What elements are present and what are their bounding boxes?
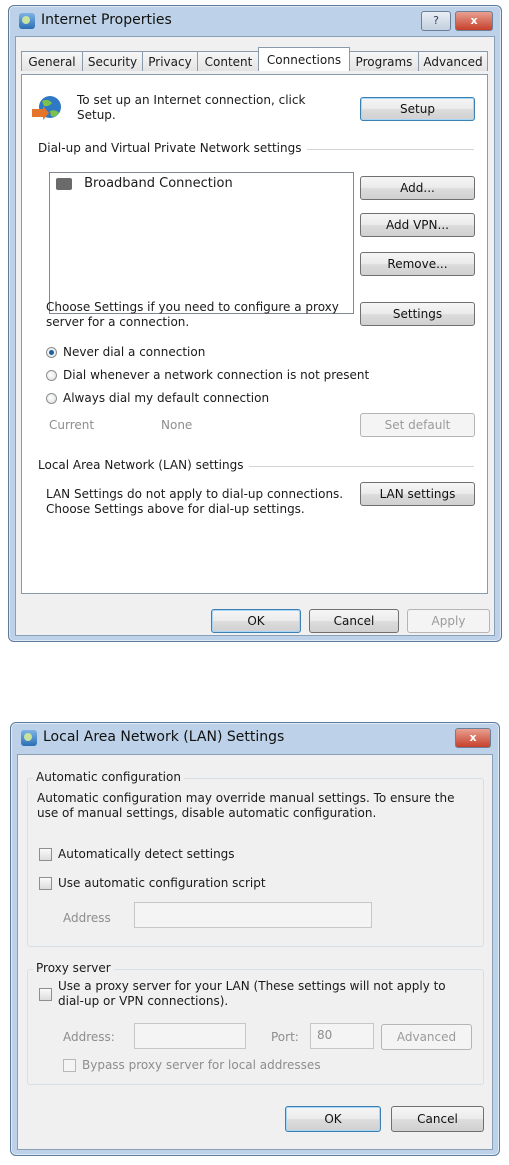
auto-detect-label: Automatically detect settings — [58, 847, 235, 861]
remove-button[interactable]: Remove... — [360, 252, 475, 276]
radio-label: Always dial my default connection — [63, 391, 270, 405]
set-default-button[interactable]: Set default — [360, 413, 475, 437]
bypass-label: Bypass proxy server for local addresses — [82, 1058, 321, 1072]
proxy-server-label: Proxy server — [33, 961, 114, 975]
add-button[interactable]: Add... — [360, 176, 475, 200]
proxy-text-line1: Choose Settings if you need to configure… — [46, 300, 339, 314]
title-bar[interactable]: Local Area Network (LAN) Settings x — [11, 723, 499, 753]
close-button[interactable]: x — [455, 11, 493, 31]
radio-dial-whenever[interactable] — [46, 370, 57, 381]
description-line2: use of manual settings, disable automati… — [37, 806, 377, 820]
description-line1: Automatic configuration may override man… — [37, 791, 455, 805]
lan-text-line2: Choose Settings above for dial-up settin… — [46, 502, 305, 516]
tab-general[interactable]: General — [21, 51, 83, 71]
proxy-address-label: Address: — [63, 1030, 115, 1044]
connections-list[interactable]: Broadband Connection — [49, 172, 354, 314]
proxy-text: Choose Settings if you need to configure… — [46, 300, 339, 330]
advanced-button[interactable]: Advanced — [381, 1024, 472, 1050]
automatic-configuration-description: Automatic configuration may override man… — [37, 791, 454, 821]
current-value: None — [161, 418, 193, 432]
radio-label: Dial whenever a network connection is no… — [63, 368, 370, 382]
lan-text-line1: LAN Settings do not apply to dial-up con… — [46, 487, 344, 501]
auto-script-label: Use automatic configuration script — [58, 876, 266, 890]
title-bar[interactable]: Internet Properties ? x — [9, 6, 501, 36]
broadband-connection-icon — [56, 178, 72, 190]
tab-strip: General Security Privacy Content Connect… — [21, 47, 491, 75]
network-setup-icon — [32, 96, 61, 120]
window-title: Local Area Network (LAN) Settings — [43, 729, 285, 745]
script-address-input[interactable] — [134, 902, 372, 928]
connections-panel: To set up an Internet connection, click … — [21, 74, 488, 594]
setup-button[interactable]: Setup — [360, 97, 475, 121]
radio-label: Never dial a connection — [63, 345, 206, 359]
lan-settings-window: Local Area Network (LAN) Settings x Auto… — [10, 722, 500, 1156]
proxy-address-input[interactable] — [134, 1023, 246, 1049]
proxy-text-line2: server for a connection. — [46, 315, 190, 329]
tab-connections[interactable]: Connections — [258, 47, 350, 71]
lan-section-label: Local Area Network (LAN) settings — [38, 458, 250, 472]
radio-never-dial[interactable] — [46, 347, 57, 358]
tab-security[interactable]: Security — [82, 51, 143, 71]
automatic-configuration-label: Automatic configuration — [33, 770, 184, 784]
cancel-button[interactable]: Cancel — [309, 609, 399, 633]
window-title: Internet Properties — [41, 12, 172, 28]
use-proxy-line2: dial-up or VPN connections). — [58, 994, 229, 1008]
auto-detect-checkbox[interactable] — [39, 848, 52, 861]
ok-button[interactable]: OK — [285, 1106, 381, 1132]
dialog-body: General Security Privacy Content Connect… — [15, 36, 495, 636]
internet-properties-window: Internet Properties ? x General Security… — [8, 5, 502, 642]
port-input[interactable]: 80 — [310, 1023, 374, 1049]
ok-button[interactable]: OK — [211, 609, 301, 633]
help-button[interactable]: ? — [421, 11, 451, 31]
radio-always-dial[interactable] — [46, 393, 57, 404]
use-proxy-checkbox[interactable] — [39, 988, 52, 1001]
list-item[interactable]: Broadband Connection — [56, 175, 233, 193]
lan-text: LAN Settings do not apply to dial-up con… — [46, 487, 343, 517]
add-vpn-button[interactable]: Add VPN... — [360, 213, 475, 237]
port-label: Port: — [271, 1030, 299, 1044]
cancel-button[interactable]: Cancel — [391, 1106, 484, 1132]
current-label: Current — [49, 418, 95, 432]
use-proxy-label: Use a proxy server for your LAN (These s… — [58, 979, 446, 1009]
tab-programs[interactable]: Programs — [349, 51, 419, 71]
dialog-body: Automatic configuration Automatic config… — [17, 754, 493, 1150]
tab-advanced[interactable]: Advanced — [418, 51, 488, 71]
apply-button[interactable]: Apply — [407, 609, 490, 633]
dialup-section-label: Dial-up and Virtual Private Network sett… — [38, 141, 308, 155]
settings-button[interactable]: Settings — [360, 302, 475, 326]
close-button[interactable]: x — [455, 728, 491, 748]
tab-content[interactable]: Content — [197, 51, 260, 71]
tab-privacy[interactable]: Privacy — [142, 51, 198, 71]
use-proxy-line1: Use a proxy server for your LAN (These s… — [58, 979, 446, 993]
lan-settings-button[interactable]: LAN settings — [360, 482, 475, 506]
auto-script-checkbox[interactable] — [39, 877, 52, 890]
setup-text-line1: To set up an Internet connection, click — [77, 93, 306, 107]
setup-text-line2: Setup. — [77, 108, 116, 122]
bypass-checkbox[interactable] — [63, 1059, 76, 1072]
internet-options-icon — [19, 13, 35, 29]
connection-name: Broadband Connection — [84, 176, 233, 191]
internet-options-icon — [21, 730, 37, 746]
setup-text: To set up an Internet connection, click … — [77, 93, 305, 123]
address-label: Address — [63, 911, 111, 925]
